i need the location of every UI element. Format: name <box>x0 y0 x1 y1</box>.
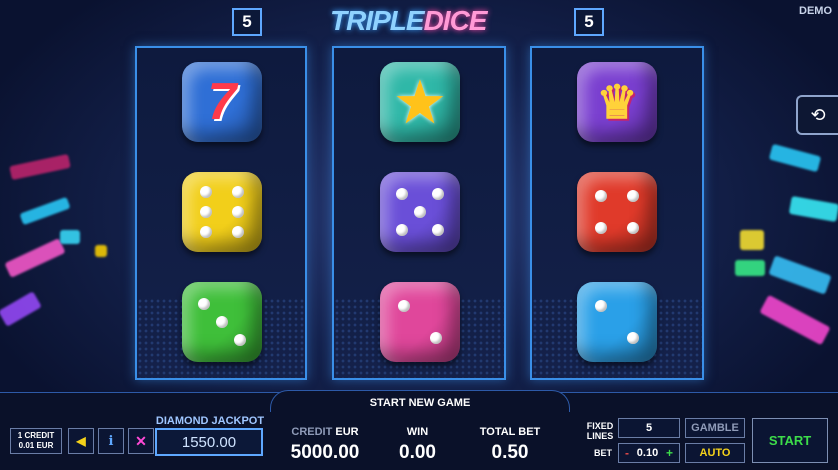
logo-part-triple: TRIPLE <box>330 5 425 36</box>
credit-label-text: CREDIT <box>291 426 333 438</box>
denomination-credit: 1 CREDIT <box>17 431 55 440</box>
die-pip <box>595 300 607 312</box>
fullscreen-button[interactable]: ✕ <box>128 428 154 454</box>
info-icon: i <box>108 433 114 449</box>
die-pip <box>595 222 607 234</box>
fullscreen-icon: ✕ <box>135 432 147 449</box>
die-symbol <box>577 282 657 362</box>
bet-label: BET <box>594 448 612 458</box>
die-pip <box>398 300 410 312</box>
jackpot-label: DIAMOND JACKPOT <box>155 415 265 427</box>
fixed-lines-label: FIXED LINES <box>582 421 618 441</box>
die-pip <box>431 188 444 201</box>
die-symbol <box>182 172 262 252</box>
total-bet-label: TOTAL BET <box>479 426 541 438</box>
die-pip <box>232 186 244 198</box>
light-streak <box>740 230 764 250</box>
die-symbol <box>380 282 460 362</box>
die-pip <box>396 223 409 236</box>
die-pip <box>627 222 639 234</box>
die-pip <box>232 206 244 218</box>
gamble-button[interactable]: GAMBLE <box>685 418 745 438</box>
credit-value: 5000.00 <box>290 442 360 463</box>
star-symbol: ★ <box>380 62 460 142</box>
light-streak <box>735 260 765 276</box>
die-pip <box>216 316 228 328</box>
light-streak <box>4 238 66 278</box>
die-pip <box>200 226 212 238</box>
lines-count: 5 <box>584 12 594 31</box>
die-pip <box>431 223 444 236</box>
sound-button[interactable]: ◀ <box>68 428 94 454</box>
light-streak <box>19 196 71 226</box>
light-streak <box>768 143 822 173</box>
denomination-button[interactable]: 1 CREDIT 0.01 EUR <box>10 428 62 454</box>
seven-icon: 7 <box>207 73 237 131</box>
speaker-icon: ◀ <box>76 434 86 448</box>
history-button[interactable]: ⟲ <box>796 95 838 135</box>
bet-minus-button[interactable]: - <box>625 446 629 460</box>
fixed-label: FIXED <box>586 421 614 431</box>
jackpot-value: 1550.00 <box>155 428 263 456</box>
die-pip <box>198 298 211 311</box>
light-streak <box>768 255 832 295</box>
die-symbol <box>182 282 262 362</box>
die-pip <box>414 206 426 218</box>
demo-label: DEMO <box>799 5 832 17</box>
light-streak <box>95 245 107 257</box>
die-pip <box>200 186 212 198</box>
total-bet-value: 0.50 <box>491 442 529 463</box>
die-pip <box>430 332 442 344</box>
star-icon: ★ <box>395 72 445 133</box>
die-pip <box>627 190 639 202</box>
lines-indicator-left: 5 <box>232 8 262 36</box>
history-icon: ⟲ <box>810 104 826 125</box>
fixed-lines-number: 5 <box>645 422 653 434</box>
light-streak <box>60 230 80 244</box>
die-pip <box>627 332 639 344</box>
bet-stepper[interactable]: - 0.10 + <box>618 443 680 463</box>
game-logo: TRIPLEDICE <box>330 5 488 37</box>
seven-symbol: 7 <box>182 62 262 142</box>
lines-indicator-right: 5 <box>574 8 604 36</box>
start-button[interactable]: START <box>752 418 828 463</box>
light-streak <box>788 195 838 223</box>
game-screen: 5 TRIPLEDICE 5 DEMO 7 ★ ♛ ⟲ START NEW GAME… <box>0 0 838 470</box>
start-new-game-text: START NEW GAME <box>369 397 471 409</box>
win-label: WIN <box>406 426 429 438</box>
die-pip <box>233 333 246 346</box>
light-streak <box>9 153 71 181</box>
die-symbol <box>380 172 460 252</box>
die-pip <box>200 206 212 218</box>
light-streak <box>0 291 42 327</box>
bet-plus-button[interactable]: + <box>666 446 673 460</box>
lines-label: LINES <box>586 431 614 441</box>
lines-count: 5 <box>242 12 252 31</box>
light-streak <box>759 294 831 346</box>
credit-label-unit: EUR <box>335 426 359 438</box>
denomination-eur: 0.01 EUR <box>18 441 54 450</box>
credit-label: CREDIT EUR <box>280 426 370 438</box>
info-button[interactable]: i <box>98 428 124 454</box>
die-pip <box>232 226 244 238</box>
jester-icon: ♛ <box>596 76 638 128</box>
logo-part-dice: DICE <box>423 5 488 36</box>
win-value: 0.00 <box>399 442 436 463</box>
bet-value: 0.10 <box>636 447 659 459</box>
jester-symbol: ♛ <box>577 62 657 142</box>
die-pip <box>396 188 409 201</box>
auto-button[interactable]: AUTO <box>685 443 745 463</box>
die-symbol <box>577 172 657 252</box>
fixed-lines-value: 5 <box>618 418 680 438</box>
die-pip <box>595 190 607 202</box>
